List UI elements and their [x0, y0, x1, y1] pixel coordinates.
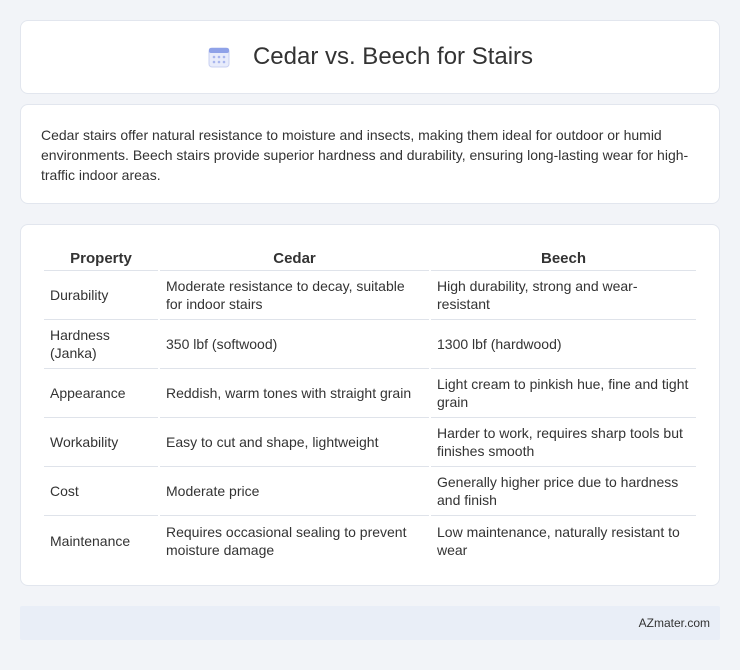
beech-cell: Light cream to pinkish hue, fine and tig… [431, 369, 696, 418]
table-row: Hardness (Janka) 350 lbf (softwood) 1300… [44, 320, 696, 369]
property-cell: Durability [44, 271, 158, 320]
property-cell: Appearance [44, 369, 158, 418]
comparison-table-card: Property Cedar Beech Durability Moderate… [20, 224, 720, 586]
cedar-cell: Reddish, warm tones with straight grain [160, 369, 429, 418]
title-card: Cedar vs. Beech for Stairs [20, 20, 720, 94]
table-row: Durability Moderate resistance to decay,… [44, 271, 696, 320]
table-row: Cost Moderate price Generally higher pri… [44, 467, 696, 516]
cedar-cell: Requires occasional sealing to prevent m… [166, 523, 407, 558]
intro-card: Cedar stairs offer natural resistance to… [20, 104, 720, 204]
beech-cell: Low maintenance, naturally resistant to … [437, 523, 680, 558]
table-row: Workability Easy to cut and shape, light… [44, 418, 696, 467]
table-row: Maintenance Requires occasional sealing … [44, 516, 696, 565]
property-cell: Workability [44, 418, 158, 467]
table-row: Appearance Reddish, warm tones with stra… [44, 369, 696, 418]
property-cell: Maintenance [50, 532, 131, 549]
table-header-row: Property Cedar Beech [44, 245, 696, 271]
comparison-table: Property Cedar Beech Durability Moderate… [42, 245, 698, 565]
header-cedar: Cedar [160, 245, 429, 271]
beech-cell: Generally higher price due to hardness a… [431, 467, 696, 516]
property-cell: Cost [44, 467, 158, 516]
beech-cell: High durability, strong and wear-resista… [431, 271, 696, 320]
cedar-cell: Easy to cut and shape, lightweight [160, 418, 429, 467]
cedar-cell: Moderate price [160, 467, 429, 516]
cedar-cell: 350 lbf (softwood) [160, 320, 429, 369]
beech-cell: 1300 lbf (hardwood) [431, 320, 696, 369]
calendar-icon [208, 47, 230, 68]
footer-site-link[interactable]: AZmater.com [639, 616, 710, 630]
intro-text: Cedar stairs offer natural resistance to… [41, 127, 689, 183]
beech-cell: Harder to work, requires sharp tools but… [431, 418, 696, 467]
cedar-cell: Moderate resistance to decay, suitable f… [160, 271, 429, 320]
footer: AZmater.com [20, 606, 720, 640]
page-title: Cedar vs. Beech for Stairs [252, 43, 534, 70]
property-cell: Hardness (Janka) [44, 320, 158, 369]
header-beech: Beech [431, 245, 696, 271]
header-property: Property [44, 245, 158, 271]
